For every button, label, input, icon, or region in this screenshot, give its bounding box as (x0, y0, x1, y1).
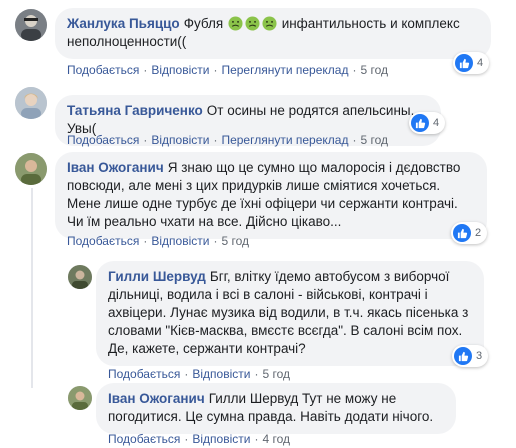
comment-actions: Подобається · Відповісти · Переглянути перек… (67, 133, 389, 147)
comment-text: Фубля (183, 16, 224, 31)
comment-time[interactable]: 5 год (360, 63, 388, 77)
thumbs-up-icon (454, 347, 472, 365)
translate-link[interactable]: Переглянути переклад (221, 63, 348, 77)
like-link[interactable]: Подобається (67, 234, 139, 248)
nauseated-face-icon (245, 16, 260, 31)
reaction-badge[interactable]: 3 (452, 345, 489, 367)
comment-actions: Подобається · Відповісти · 5 год (108, 367, 290, 381)
like-link[interactable]: Подобається (67, 133, 139, 147)
comment-actions: Подобається · Відповісти · 4 год (108, 432, 290, 446)
reply-link[interactable]: Відповісти (192, 367, 250, 381)
comment-author[interactable]: Гилли Шервуд (108, 269, 206, 284)
comment-actions: Подобається · Відповісти · Переглянути перек… (67, 63, 389, 77)
reaction-badge[interactable]: 4 (453, 52, 490, 74)
reaction-badge[interactable]: 2 (451, 222, 488, 244)
comment-time[interactable]: 4 год (262, 432, 290, 446)
nauseated-face-icon (262, 16, 277, 31)
thumbs-up-icon (455, 54, 473, 72)
thumbs-up-icon (411, 114, 429, 132)
comment-author[interactable]: Іван Ожоганич (108, 391, 205, 406)
reaction-count: 4 (433, 117, 440, 129)
comment-bubble: Жанлука Пьяццо Фубля инфантильность и ком… (55, 8, 491, 59)
nauseated-face-icon (228, 16, 243, 31)
like-link[interactable]: Подобається (67, 63, 139, 77)
reply-thread-line (31, 188, 33, 388)
reply-link[interactable]: Відповісти (151, 234, 209, 248)
thumbs-up-icon (453, 224, 471, 242)
avatar[interactable] (68, 386, 92, 410)
reaction-badge[interactable]: 4 (409, 112, 446, 134)
comment-bubble: Іван Ожоганич Я знаю що це сумно що малор… (55, 152, 487, 239)
reply-link[interactable]: Відповісти (151, 133, 209, 147)
like-link[interactable]: Подобається (108, 432, 180, 446)
avatar[interactable] (68, 265, 92, 289)
reply-bubble: Іван Ожоганич Гилли Шервуд Тут не можу не… (96, 383, 456, 434)
comment-time[interactable]: 5 год (360, 133, 388, 147)
comment-actions: Подобається · Відповісти · 5 год (67, 234, 249, 248)
comment-author[interactable]: Іван Ожоганич (67, 160, 164, 175)
reply-link[interactable]: Відповісти (192, 432, 250, 446)
comment-time[interactable]: 5 год (262, 367, 290, 381)
reaction-count: 4 (477, 57, 484, 69)
translate-link[interactable]: Переглянути переклад (221, 133, 348, 147)
like-link[interactable]: Подобається (108, 367, 180, 381)
comment-author[interactable]: Жанлука Пьяццо (67, 16, 180, 31)
reaction-count: 3 (476, 350, 483, 362)
comment-author[interactable]: Татьяна Гавриченко (67, 103, 203, 118)
comment-time[interactable]: 5 год (221, 234, 249, 248)
avatar[interactable] (15, 87, 47, 119)
reaction-count: 2 (475, 227, 482, 239)
reply-bubble: Гилли Шервуд Бгг, влітку їдемо автобусом … (96, 261, 484, 366)
avatar[interactable] (15, 153, 47, 185)
reply-link[interactable]: Відповісти (151, 63, 209, 77)
avatar[interactable] (15, 9, 47, 41)
